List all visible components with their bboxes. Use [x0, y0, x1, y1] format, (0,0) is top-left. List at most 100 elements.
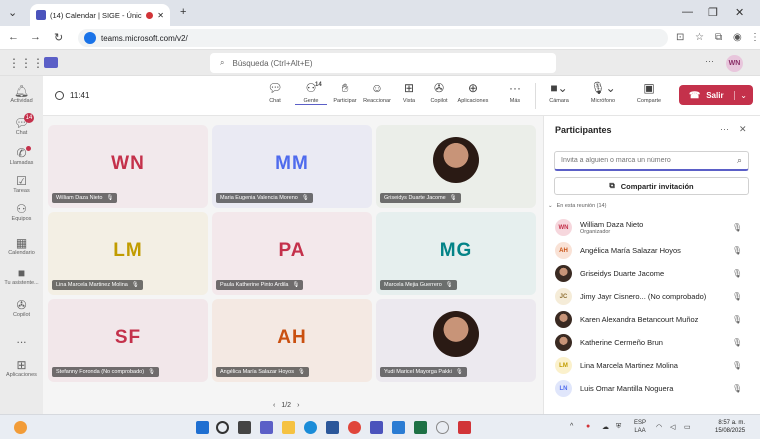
reload-icon[interactable]: ↻ [54, 31, 63, 44]
forward-icon[interactable]: → [30, 31, 41, 43]
my-avatar[interactable]: WN [726, 55, 743, 72]
invite-input[interactable] [561, 157, 737, 164]
next-page-icon[interactable]: › [297, 402, 299, 409]
rail-item-more[interactable]: ... [0, 332, 43, 346]
rail-item-apps[interactable]: ⊞ Aplicaciones [0, 358, 43, 378]
video-tile[interactable]: Yudi Maricel Mayorga Pakki 🎙︎ [376, 299, 536, 382]
video-tile[interactable]: SF Stefanny Foronda (No comprobado) 🎙︎ [48, 299, 208, 382]
tray-app-icon[interactable]: ● [586, 423, 590, 430]
raise-hand-button[interactable]: ✋︎ Participar [329, 81, 361, 104]
share-button[interactable]: ▣ Comparte [633, 81, 665, 104]
task-view-icon[interactable] [238, 421, 251, 434]
panel-more-icon[interactable]: ··· [720, 124, 729, 135]
url-field[interactable]: teams.microsoft.com/v2/ [78, 29, 668, 47]
chrome-icon[interactable] [348, 421, 361, 434]
search-icon: ⌕ [736, 155, 742, 165]
react-button[interactable]: ☺ Reaccionar [361, 81, 393, 104]
video-tile[interactable]: AH Angélica María Salazar Hoyos 🎙︎ [212, 299, 372, 382]
copilot-button[interactable]: ✇ Copilot [423, 81, 455, 104]
chevron-down-icon[interactable]: ⌄ [734, 90, 747, 100]
video-tile[interactable]: LM Lina Marcela Martinez Molina 🎙︎ [48, 212, 208, 295]
edge-icon[interactable] [304, 421, 317, 434]
chat-button[interactable]: 💬︎ Chat [259, 81, 291, 104]
profile-icon[interactable]: ◉ [733, 32, 742, 43]
clock[interactable]: 8:57 a. m. 15/08/2025 [715, 419, 745, 435]
invite-field[interactable]: ⌕ [554, 151, 749, 171]
participant-row[interactable]: Griseidys Duarte Jacome 🎙︎ [544, 262, 760, 285]
leave-button[interactable]: ☎ Salir ⌄ [679, 85, 753, 105]
word-icon[interactable] [392, 421, 405, 434]
close-tab-icon[interactable]: ✕ [157, 11, 164, 20]
participant-row[interactable]: Katherine Cermeño Brun 🎙︎ [544, 331, 760, 354]
camera-label: Cámara [549, 98, 569, 104]
view-button[interactable]: ⊞ Vista [393, 81, 425, 104]
file-explorer-icon[interactable] [282, 421, 295, 434]
ellipsis-icon: ··· [509, 81, 521, 95]
search-input[interactable]: ⌕ Búsqueda (Ctrl+Alt+E) [210, 53, 556, 73]
participant-row[interactable]: LM Lina Marcela Martinez Molina 🎙︎ [544, 354, 760, 377]
search-taskbar-icon[interactable] [216, 421, 229, 434]
browser-tab[interactable]: (14) Calendar | SIGE - Únic... ✕ [30, 4, 170, 26]
tray-shield-icon[interactable]: ⛨ [616, 423, 621, 431]
video-tile[interactable]: Griseidys Duarte Jacome 🎙︎ [376, 125, 536, 208]
close-window-icon[interactable]: ✕ [735, 6, 744, 19]
rail-item-copilot[interactable]: ✇ Copilot [0, 298, 43, 318]
pdf-icon[interactable] [458, 421, 471, 434]
teams-taskbar-icon[interactable] [260, 421, 273, 434]
participant-row[interactable]: Karen Alexandra Betancourt Muñoz 🎙︎ [544, 308, 760, 331]
tray-chevron-icon[interactable]: ^ [570, 423, 573, 430]
more-button[interactable]: ··· Más [499, 81, 531, 104]
tray-cloud-icon[interactable]: ☁ [602, 423, 609, 431]
url-text: teams.microsoft.com/v2/ [101, 33, 188, 43]
mic-button[interactable]: 🎙︎⌄ Micrófono [587, 81, 619, 104]
assistant-icon: ■ [17, 266, 26, 280]
share-screen-icon: ▣ [643, 81, 655, 95]
camera-button[interactable]: ■⌄ Cámara [543, 81, 575, 104]
new-tab-icon[interactable]: + [180, 6, 186, 18]
participant-row[interactable]: AH Angélica María Salazar Hoyos 🎙︎ [544, 239, 760, 262]
battery-icon[interactable]: ▭ [684, 423, 691, 431]
tab-list-icon[interactable]: ⌄ [8, 6, 17, 19]
store-icon[interactable] [326, 421, 339, 434]
people-button[interactable]: ⚇ 14 Gente [295, 81, 327, 105]
app-launcher-icon[interactable]: ⋮⋮⋮ [8, 56, 44, 70]
rail-item-calls[interactable]: ✆ Llamadas [0, 146, 43, 166]
cast-icon[interactable]: ⊡ [676, 32, 684, 43]
browser-menu-icon[interactable]: ⋮ [750, 32, 760, 43]
site-info-icon[interactable] [84, 32, 96, 44]
mic-muted-icon: 🎙︎ [148, 369, 156, 375]
rail-item-activity[interactable]: 🔔︎ Actividad [0, 84, 43, 104]
header-more-icon[interactable]: ··· [705, 56, 714, 66]
rail-item-teams[interactable]: ⚇ Equipos [0, 202, 43, 222]
rail-item-tasks[interactable]: ☑ Tareas [0, 174, 43, 194]
back-icon[interactable]: ← [8, 31, 19, 43]
video-tile[interactable]: MG Marcela Mejia Guerrero 🎙︎ [376, 212, 536, 295]
maximize-icon[interactable]: ❐ [708, 6, 718, 19]
participant-row[interactable]: LN Luis Omar Mantilla Noguera 🎙︎ [544, 377, 760, 400]
excel-icon[interactable] [414, 421, 427, 434]
rail-item-assistant[interactable]: ■ Tu asistente... [0, 266, 43, 286]
rail-item-chat[interactable]: 💬︎ 14 Chat [0, 113, 43, 136]
video-tile[interactable]: PA Paula Katherine Pinto Ardila 🎙︎ [212, 212, 372, 295]
in-meeting-section[interactable]: ⌄ En esta reunión (14) [548, 203, 606, 209]
wifi-icon[interactable]: ◠ [656, 423, 662, 431]
participant-nameplate: William Daza Nieto 🎙︎ [52, 193, 118, 203]
video-tile[interactable]: MM Maria Eugenia Valencia Moreno 🎙︎ [212, 125, 372, 208]
prev-page-icon[interactable]: ‹ [273, 402, 275, 409]
share-invite-button[interactable]: ⧉ Compartir invitación [554, 177, 749, 195]
close-panel-icon[interactable]: ✕ [739, 124, 747, 135]
minimize-icon[interactable]: — [682, 6, 693, 18]
participant-row[interactable]: WN William Daza Nieto Organizador 🎙︎ [544, 216, 760, 239]
participant-row[interactable]: JC Jimy Jayr Cisnero... (No comprobado) 🎙︎ [544, 285, 760, 308]
extensions-icon[interactable]: ⧉ [715, 32, 722, 43]
bookmark-star-icon[interactable]: ☆ [695, 32, 704, 43]
start-icon[interactable] [196, 421, 209, 434]
video-tile[interactable]: WN William Daza Nieto 🎙︎ [48, 125, 208, 208]
rail-item-calendar[interactable]: ▦ Calendario [0, 236, 43, 256]
volume-icon[interactable]: ◁ [670, 423, 675, 431]
language-indicator[interactable]: ESP LAA [634, 419, 646, 435]
apps-button[interactable]: ⊕ Aplicaciones [457, 81, 489, 104]
widgets-icon[interactable] [14, 421, 27, 434]
teams-app-icon[interactable] [370, 421, 383, 434]
clock-app-icon[interactable] [436, 421, 449, 434]
